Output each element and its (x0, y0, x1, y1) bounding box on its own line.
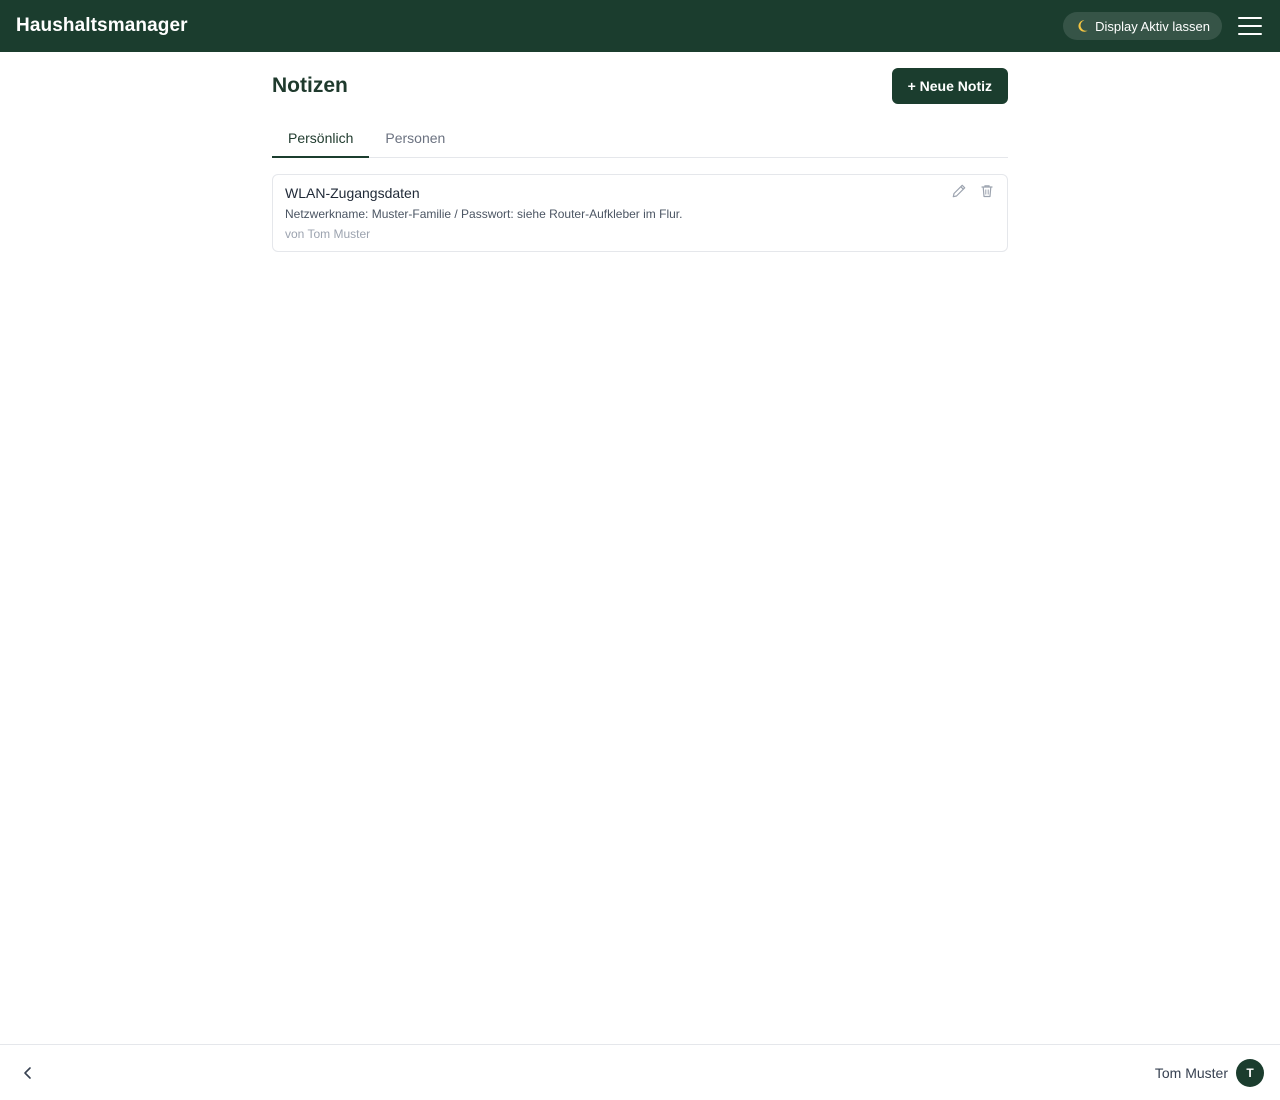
hamburger-menu-icon[interactable] (1236, 12, 1264, 40)
tab-persons[interactable]: Personen (369, 120, 461, 158)
tab-personal[interactable]: Persönlich (272, 120, 370, 158)
page-header: Notizen + Neue Notiz (272, 52, 1008, 120)
edit-icon[interactable] (951, 183, 967, 199)
new-note-button[interactable]: + Neue Notiz (891, 68, 1008, 104)
chevron-left-icon[interactable] (16, 1061, 40, 1085)
notes-tabs: Persönlich Personen (272, 120, 1008, 158)
note-title: WLAN-Zugangsdaten (285, 185, 420, 201)
app-title: Haushaltsmanager (16, 15, 188, 36)
note-actions (951, 183, 995, 199)
display-keep-awake-label: Display Aktiv lassen (1095, 18, 1210, 34)
moon-icon (1078, 20, 1088, 32)
trash-icon[interactable] (979, 183, 995, 199)
user-block[interactable]: Tom Muster T (1154, 1058, 1264, 1087)
note-author: von Tom Muster (285, 227, 371, 241)
avatar[interactable]: T (1236, 1058, 1264, 1087)
topbar-actions: Display Aktiv lassen (1063, 12, 1264, 40)
user-name: Tom Muster (1154, 1064, 1228, 1081)
page-title: Notizen (272, 74, 348, 97)
note-card[interactable]: WLAN-Zugangsdaten Netzwerkname: Muster-F… (272, 174, 1008, 252)
main-content: Notizen + Neue Notiz Persönlich Personen… (272, 52, 1008, 252)
note-body: Netzwerkname: Muster-Familie / Passwort:… (285, 207, 683, 221)
bottom-bar: Tom Muster T (0, 1044, 1280, 1100)
display-keep-awake-button[interactable]: Display Aktiv lassen (1063, 12, 1222, 40)
top-app-bar: Haushaltsmanager Display Aktiv lassen (0, 0, 1280, 52)
